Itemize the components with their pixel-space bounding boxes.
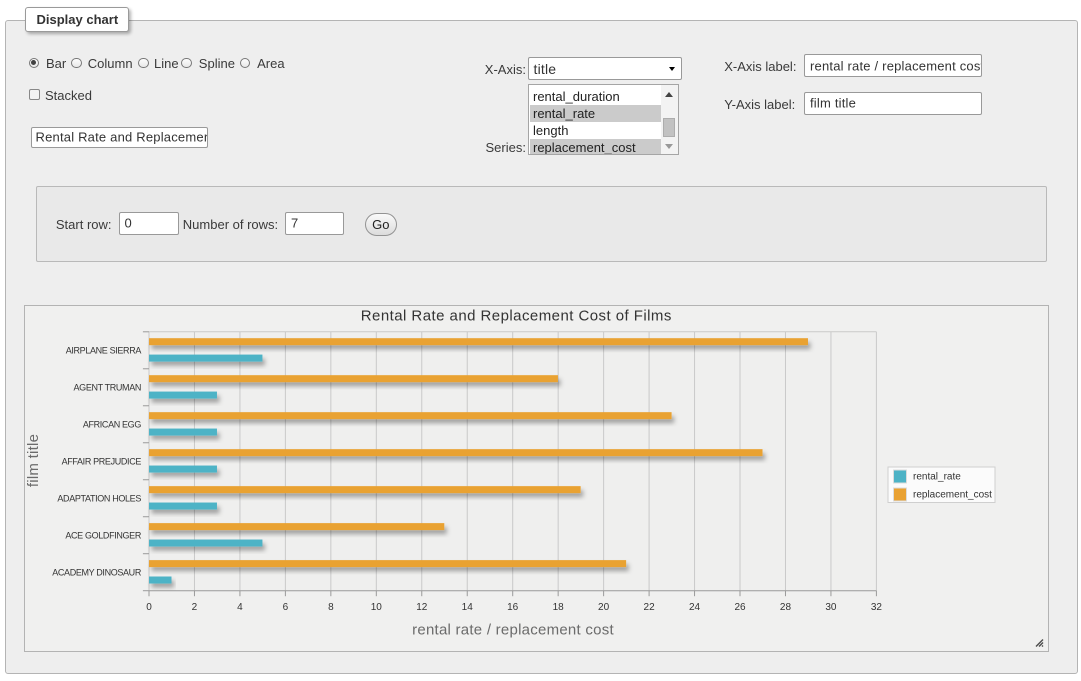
svg-text:rental rate / replacement cost: rental rate / replacement cost [412,621,614,638]
svg-text:8: 8 [328,602,334,613]
svg-text:replacement_cost: replacement_cost [913,489,992,500]
svg-text:ACE GOLDFINGER: ACE GOLDFINGER [65,530,141,540]
svg-text:30: 30 [825,602,837,613]
svg-text:AFFAIR PREJUDICE: AFFAIR PREJUDICE [62,456,142,466]
svg-text:0: 0 [146,602,152,613]
svg-text:18: 18 [553,602,565,613]
svg-text:10: 10 [371,602,383,613]
svg-text:14: 14 [462,602,474,613]
svg-text:22: 22 [644,602,656,613]
svg-text:Rental Rate and Replacement Co: Rental Rate and Replacement Cost of Film… [361,307,672,324]
svg-text:24: 24 [689,602,701,613]
svg-text:6: 6 [283,602,289,613]
svg-text:ADAPTATION HOLES: ADAPTATION HOLES [57,493,141,503]
svg-text:16: 16 [507,602,519,613]
svg-text:AIRPLANE SIERRA: AIRPLANE SIERRA [66,345,142,355]
svg-text:rental_rate: rental_rate [913,471,961,482]
svg-text:32: 32 [871,602,883,613]
svg-text:12: 12 [416,602,428,613]
svg-text:4: 4 [237,602,243,613]
svg-text:26: 26 [734,602,746,613]
svg-text:AGENT TRUMAN: AGENT TRUMAN [74,382,141,392]
svg-text:film title: film title [25,433,42,486]
svg-text:AFRICAN EGG: AFRICAN EGG [83,419,142,429]
svg-text:ACADEMY DINOSAUR: ACADEMY DINOSAUR [52,567,142,577]
svg-text:2: 2 [192,602,198,613]
svg-text:20: 20 [598,602,610,613]
svg-text:28: 28 [780,602,792,613]
